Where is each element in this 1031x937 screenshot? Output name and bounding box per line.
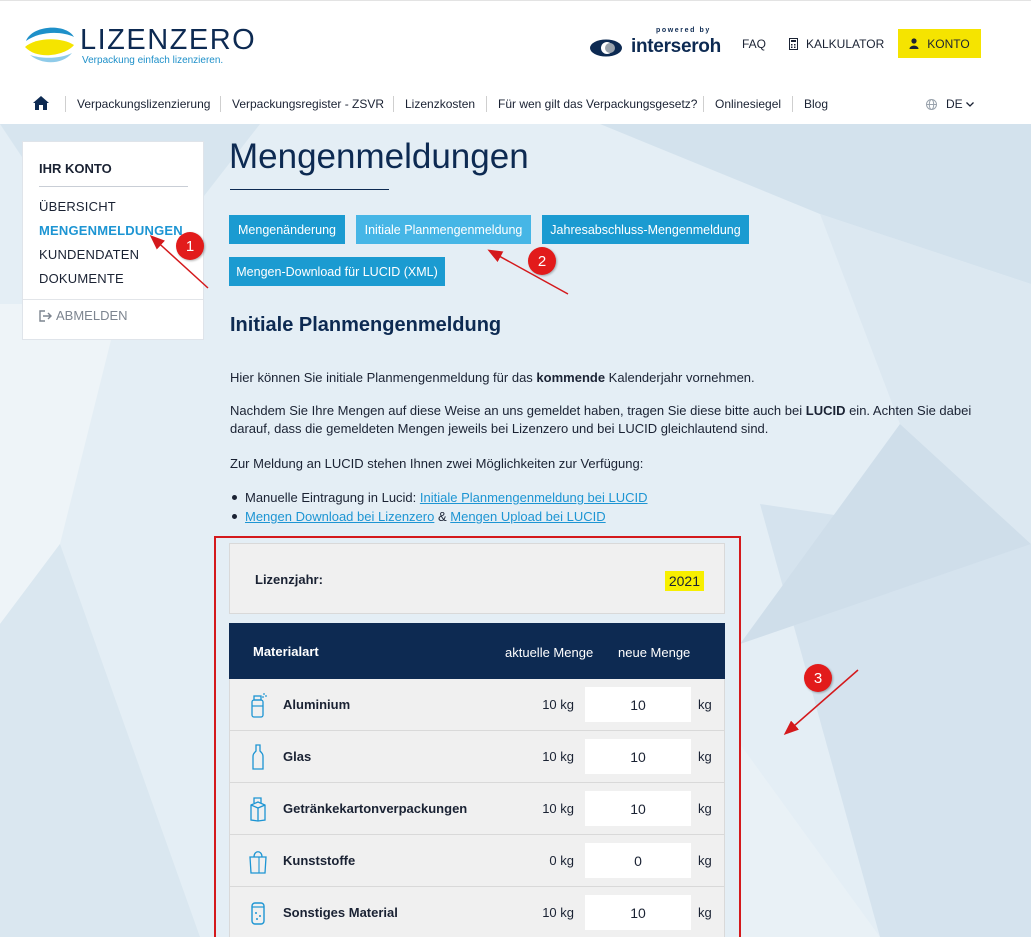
nav-item-lizenzkosten[interactable]: Lizenzkosten: [405, 97, 475, 111]
annotation-marker-3: 3: [804, 664, 832, 692]
partner-name: interseroh: [631, 36, 721, 57]
interseroh-logo: powered by interseroh: [590, 27, 721, 61]
main-navigation: Verpackungslizenzierung Verpackungsregis…: [0, 93, 1031, 117]
nav-separator: [792, 96, 793, 112]
intro-emphasis: kommende: [536, 370, 606, 385]
sidebar-title: IHR KONTO: [39, 161, 112, 176]
sidebar-item-kundendaten[interactable]: KUNDENDATEN: [39, 247, 139, 262]
powered-by-label: powered by: [656, 27, 711, 34]
lucid-text: Nachdem Sie Ihre Mengen auf diese Weise …: [230, 403, 806, 418]
title-underline: [230, 189, 389, 190]
highlight-frame: [214, 536, 741, 937]
globe-icon: [926, 98, 937, 110]
interseroh-logo-icon: [590, 39, 622, 57]
section-title: Initiale Planmengenmeldung: [230, 314, 502, 336]
tab-mengen-download-lucid[interactable]: Mengen-Download für LUCID (XML): [229, 257, 445, 286]
logout-link[interactable]: ABMELDEN: [39, 308, 128, 323]
language-label: DE: [946, 97, 963, 111]
nav-separator: [486, 96, 487, 112]
tab-jahresabschluss-mengenmeldung[interactable]: Jahresabschluss-Mengenmeldung: [542, 215, 749, 244]
faq-link[interactable]: FAQ: [742, 37, 766, 51]
annotation-marker-1: 1: [176, 232, 204, 260]
page-title: Mengenmeldungen: [229, 137, 529, 176]
lucid-paragraph: Nachdem Sie Ihre Mengen auf diese Weise …: [230, 402, 990, 438]
sidebar-item-mengenmeldungen[interactable]: MENGENMELDUNGEN: [39, 223, 183, 238]
lizenzero-logo-icon: [24, 23, 74, 65]
calculator-link[interactable]: KALKULATOR: [789, 37, 884, 51]
intro-paragraph: Hier können Sie initiale Planmengenmeldu…: [230, 369, 990, 387]
bullet-dot: [232, 514, 237, 520]
nav-separator: [393, 96, 394, 112]
nav-item-onlinesiegel[interactable]: Onlinesiegel: [715, 97, 781, 111]
intro-text: Hier können Sie initiale Planmengenmeldu…: [230, 370, 537, 385]
nav-separator: [65, 96, 66, 112]
calculator-icon: [789, 38, 798, 50]
lucid-emphasis: LUCID: [805, 403, 846, 418]
language-selector[interactable]: DE: [926, 97, 974, 111]
home-icon[interactable]: [33, 96, 49, 110]
sidebar-divider: [23, 299, 203, 300]
account-button[interactable]: KONTO: [898, 29, 981, 58]
nav-item-verpackungsregister[interactable]: Verpackungsregister - ZSVR: [232, 97, 384, 111]
sidebar-divider: [39, 186, 188, 187]
brand-tagline: Verpackung einfach lizenzieren.: [82, 55, 224, 66]
nav-separator: [220, 96, 221, 112]
logout-icon: [39, 309, 52, 322]
user-icon: [909, 38, 919, 49]
intro-text-end: Kalenderjahr vornehmen.: [605, 370, 755, 385]
list-item: Mengen Download bei Lizenzero & Mengen U…: [232, 509, 606, 524]
lucid-upload-link[interactable]: Mengen Upload bei LUCID: [450, 509, 605, 524]
annotation-marker-2: 2: [528, 247, 556, 275]
bullet-dot: [232, 495, 237, 501]
bullet-text: Manuelle Eintragung in Lucid:: [245, 490, 420, 505]
sidebar-item-uebersicht[interactable]: ÜBERSICHT: [39, 199, 116, 214]
logout-label: ABMELDEN: [56, 308, 128, 323]
nav-item-verpackungsgesetz[interactable]: Für wen gilt das Verpackungsgesetz?: [498, 97, 697, 111]
list-item: Manuelle Eintragung in Lucid: Initiale P…: [232, 490, 648, 505]
site-header: LIZENZERO Verpackung einfach lizenzieren…: [0, 0, 1031, 124]
nav-item-verpackungslizenzierung[interactable]: Verpackungslizenzierung: [77, 97, 210, 111]
options-paragraph: Zur Meldung an LUCID stehen Ihnen zwei M…: [230, 456, 644, 471]
nav-separator: [703, 96, 704, 112]
lizenzero-download-link[interactable]: Mengen Download bei Lizenzero: [245, 509, 434, 524]
chevron-down-icon: [965, 101, 974, 107]
tab-initiale-planmengenmeldung[interactable]: Initiale Planmengenmeldung: [356, 215, 531, 244]
account-label: KONTO: [927, 36, 970, 51]
brand-name: LIZENZERO: [80, 24, 257, 56]
calculator-label: KALKULATOR: [806, 37, 885, 51]
lizenzero-logo[interactable]: LIZENZERO Verpackung einfach lizenzieren…: [22, 21, 255, 71]
sidebar-item-dokumente[interactable]: DOKUMENTE: [39, 271, 124, 286]
lucid-planmengen-link[interactable]: Initiale Planmengenmeldung bei LUCID: [420, 490, 648, 505]
bullet-ampersand: &: [434, 509, 451, 524]
tab-mengenaenderung[interactable]: Mengenänderung: [229, 215, 345, 244]
nav-item-blog[interactable]: Blog: [804, 97, 828, 111]
